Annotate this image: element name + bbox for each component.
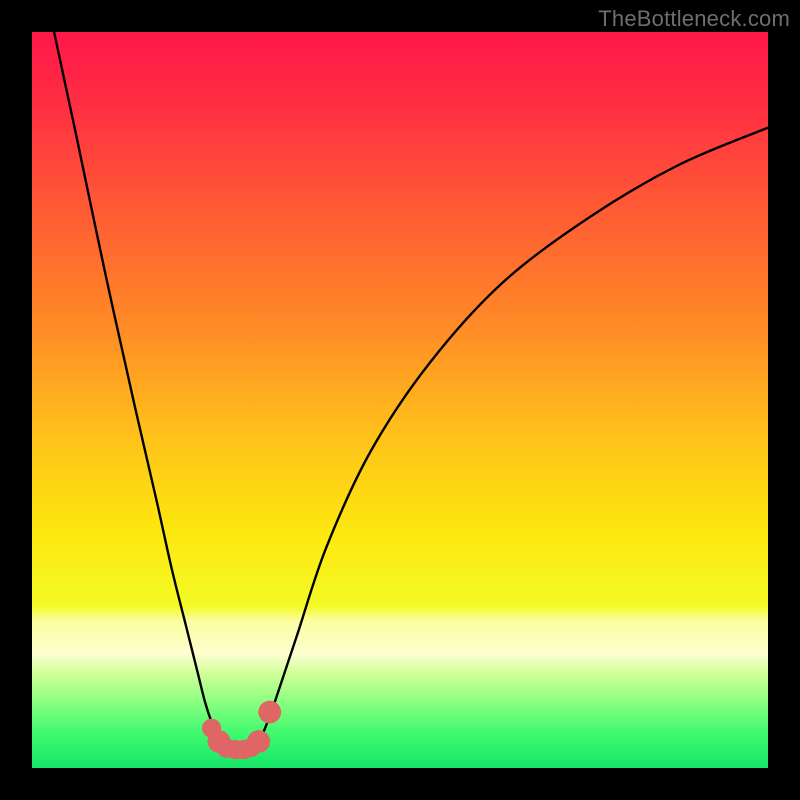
watermark-text: TheBottleneck.com: [598, 6, 790, 32]
curve-left: [54, 32, 227, 746]
curve-right: [256, 128, 768, 746]
bottom-markers: [202, 701, 281, 760]
curve-layer: [32, 32, 768, 768]
plot-area: [32, 32, 768, 768]
marker-dot: [258, 701, 281, 724]
marker-dot: [247, 730, 270, 753]
chart-frame: TheBottleneck.com: [0, 0, 800, 800]
